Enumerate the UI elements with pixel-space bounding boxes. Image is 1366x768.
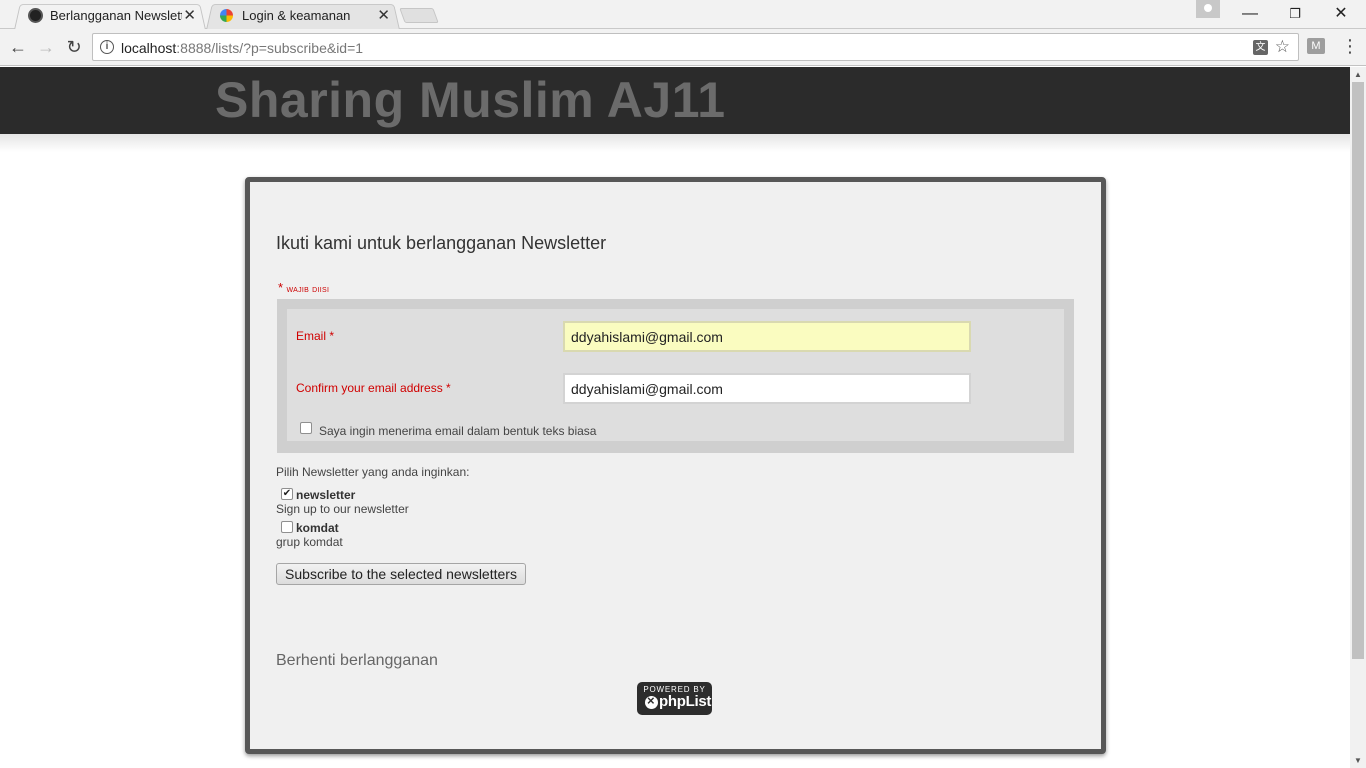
close-window-icon[interactable]: ✕ xyxy=(1318,3,1364,25)
list-desc-komdat: grup komdat xyxy=(276,535,343,549)
minimize-icon[interactable]: — xyxy=(1227,3,1273,25)
info-icon[interactable]: i xyxy=(100,40,114,54)
tab-login-keamanan[interactable]: Login & keamanan ✕ xyxy=(206,2,400,30)
tab-title: Login & keamanan xyxy=(242,8,351,23)
confirm-email-field[interactable] xyxy=(563,373,971,404)
tab-title: Berlangganan Newsletter xyxy=(50,8,182,23)
form-fields-box: Email * Confirm your email address * Say… xyxy=(277,299,1074,453)
confirm-email-label: Confirm your email address * xyxy=(296,381,451,395)
plain-text-label: Saya ingin menerima email dalam bentuk t… xyxy=(319,424,597,438)
restore-icon[interactable]: ❐ xyxy=(1272,3,1318,25)
browser-toolbar: ← → ↻ i localhost:8888/lists/?p=subscrib… xyxy=(0,29,1366,66)
form-fields-inner: Email * Confirm your email address * Say… xyxy=(287,309,1064,441)
required-note-text: wajib diisi xyxy=(286,284,330,295)
url-text: localhost:8888/lists/?p=subscribe&id=1 xyxy=(121,40,363,56)
browser-menu-icon[interactable]: ⋮ xyxy=(1341,36,1359,56)
list-name-newsletter: newsletter xyxy=(296,488,356,502)
extension-m-icon[interactable]: M xyxy=(1307,38,1325,54)
scroll-up-arrow-icon[interactable]: ▲ xyxy=(1354,70,1362,79)
google-favicon-icon xyxy=(220,9,233,22)
vertical-scrollbar[interactable]: ▲ ▼ xyxy=(1350,67,1366,768)
tab-bar: Berlangganan Newsletter ✕ Login & keaman… xyxy=(0,0,1366,30)
phplist-favicon-icon xyxy=(28,8,43,23)
form-heading: Ikuti kami untuk berlangganan Newsletter xyxy=(276,233,607,253)
scrollbar-thumb[interactable] xyxy=(1352,82,1364,659)
powered-by-phplist-badge[interactable]: POWERED BY phpList xyxy=(637,682,712,715)
subscribe-button[interactable]: Subscribe to the selected newsletters xyxy=(276,563,526,585)
new-tab-button[interactable] xyxy=(399,8,439,23)
close-tab-icon[interactable]: ✕ xyxy=(183,6,196,24)
required-note: * wajib diisi xyxy=(278,280,329,295)
list-desc-newsletter: Sign up to our newsletter xyxy=(276,502,409,516)
phplist-logo-icon xyxy=(645,693,658,709)
subscribe-panel: Ikuti kami untuk berlangganan Newsletter… xyxy=(245,177,1106,754)
required-star: * xyxy=(278,280,284,295)
profile-icon[interactable] xyxy=(1196,0,1220,18)
list-checkbox-newsletter[interactable]: ✔ xyxy=(281,488,293,500)
bookmark-star-icon[interactable]: ☆ xyxy=(1275,37,1290,57)
unsubscribe-link[interactable]: Berhenti berlangganan xyxy=(276,652,438,670)
close-tab-icon[interactable]: ✕ xyxy=(377,6,390,24)
reload-icon[interactable]: ↻ xyxy=(63,36,85,58)
address-bar[interactable]: i localhost:8888/lists/?p=subscribe&id=1… xyxy=(92,33,1299,61)
email-field[interactable] xyxy=(563,321,971,352)
scroll-down-arrow-icon[interactable]: ▼ xyxy=(1354,756,1362,765)
email-label: Email * xyxy=(296,329,335,343)
page-viewport: Sharing Muslim AJ11 Ikuti kami untuk ber… xyxy=(0,67,1350,768)
list-name-komdat: komdat xyxy=(296,521,339,535)
translate-icon[interactable]: 文 xyxy=(1253,40,1268,55)
plain-text-checkbox[interactable] xyxy=(300,422,312,434)
forward-arrow-icon[interactable]: → xyxy=(35,36,57,58)
header-shadow xyxy=(0,134,1350,152)
site-header: Sharing Muslim AJ11 xyxy=(0,67,1350,134)
list-checkbox-komdat[interactable] xyxy=(281,521,293,533)
phplist-brand-text: phpList xyxy=(659,693,712,710)
back-arrow-icon[interactable]: ← xyxy=(7,36,29,58)
lists-label: Pilih Newsletter yang anda inginkan: xyxy=(276,465,470,479)
url-host: localhost xyxy=(121,40,177,56)
url-path: :8888/lists/?p=subscribe&id=1 xyxy=(176,40,364,56)
tab-berlangganan[interactable]: Berlangganan Newsletter ✕ xyxy=(14,2,206,30)
site-title: Sharing Muslim AJ11 xyxy=(215,72,726,128)
